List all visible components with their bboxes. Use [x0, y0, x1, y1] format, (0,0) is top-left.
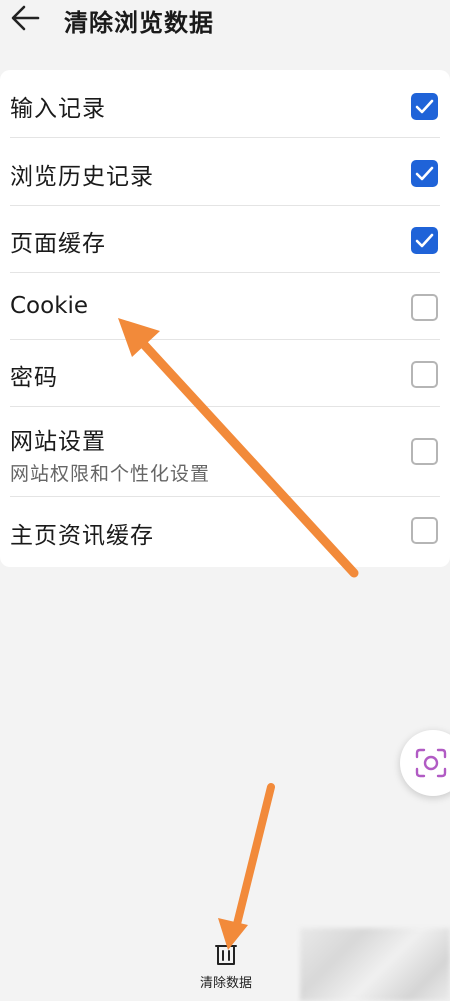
trash-icon	[215, 945, 237, 965]
checkbox-news-cache[interactable]	[411, 517, 438, 544]
option-label: Cookie	[10, 293, 89, 319]
option-label: 浏览历史记录	[10, 164, 154, 190]
option-passwords[interactable]: 密码	[0, 340, 450, 407]
option-site-settings[interactable]: 网站设置 网站权限和个性化设置	[0, 407, 450, 497]
clear-data-button[interactable]: 清除数据	[190, 940, 262, 991]
screenshot-scan-icon	[415, 748, 447, 778]
header: 清除浏览数据	[0, 0, 450, 44]
checkbox-input-history[interactable]	[411, 93, 438, 120]
option-label: 输入记录	[10, 96, 106, 122]
checkbox-cookie[interactable]	[411, 294, 438, 321]
checkbox-site-settings[interactable]	[411, 438, 438, 465]
option-sublabel: 网站权限和个性化设置	[10, 463, 211, 485]
check-icon	[415, 166, 434, 181]
option-label: 密码	[10, 365, 58, 391]
check-icon	[415, 99, 434, 114]
option-browsing-history[interactable]: 浏览历史记录	[0, 138, 450, 206]
option-page-cache[interactable]: 页面缓存	[0, 206, 450, 273]
checkbox-page-cache[interactable]	[411, 227, 438, 254]
option-label: 页面缓存	[10, 231, 106, 257]
annotation-arrow-clear-data	[218, 783, 275, 950]
option-input-history[interactable]: 输入记录	[0, 70, 450, 138]
option-cookie[interactable]: Cookie	[0, 273, 450, 340]
option-news-cache[interactable]: 主页资讯缓存	[0, 497, 450, 567]
arrow-left-icon	[11, 5, 40, 31]
blurred-watermark	[300, 928, 450, 1001]
page-title: 清除浏览数据	[64, 9, 214, 37]
floating-screenshot-button[interactable]	[400, 730, 450, 796]
clear-data-label: 清除数据	[199, 976, 252, 991]
options-list: 输入记录 浏览历史记录 页面缓存 Cookie 密码 网站设置 网站权限和个性化…	[0, 70, 450, 567]
check-icon	[415, 233, 434, 248]
checkbox-browsing-history[interactable]	[411, 160, 438, 187]
back-button[interactable]	[8, 2, 44, 34]
option-label: 网站设置	[10, 429, 106, 455]
option-label: 主页资讯缓存	[10, 523, 154, 549]
checkbox-passwords[interactable]	[411, 361, 438, 388]
